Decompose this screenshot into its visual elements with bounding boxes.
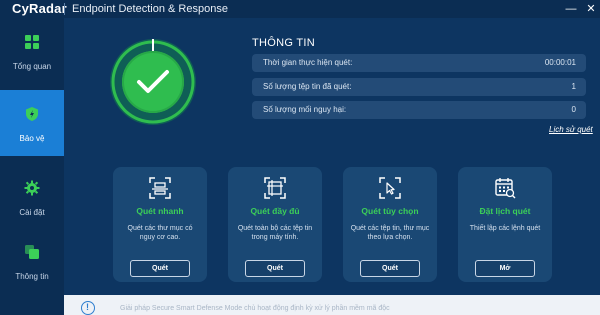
card-description: Quét toàn bộ các tệp tin trong máy tính.: [237, 225, 313, 241]
sidebar-item-label: Cài đặt: [19, 208, 45, 217]
sidebar-item-label: Bảo vệ: [19, 134, 45, 143]
card-schedule-scan: Đặt lịch quét Thiết lập các lệnh quét Mở: [458, 167, 552, 282]
sidebar-item-protection[interactable]: Bảo vệ: [0, 90, 64, 156]
schedule-icon: [495, 178, 516, 199]
sidebar: Tổng quan Bảo vệ Cài đặt Thông tin: [0, 18, 64, 315]
card-description: Quét các tệp tin, thư mục theo lựa chọn.: [350, 225, 430, 241]
notification-banner: ! Giải pháp Secure Smart Defense Mode ch…: [64, 295, 600, 315]
close-button[interactable]: ✕: [582, 0, 600, 18]
card-title: Quét tùy chọn: [361, 206, 419, 216]
minimize-button[interactable]: —: [562, 0, 580, 18]
info-key: Số lượng mối nguy hại:: [263, 105, 347, 114]
main-panel: THÔNG TIN Thời gian thực hiện quét: 00:0…: [64, 18, 600, 315]
info-value: 0: [571, 105, 576, 114]
scan-history-link[interactable]: Lịch sử quét: [549, 125, 593, 134]
info-row-threats: Số lượng mối nguy hại: 0: [252, 101, 586, 119]
info-title: THÔNG TIN: [252, 37, 315, 49]
sidebar-item-label: Tổng quan: [12, 62, 52, 71]
banner-text: Giải pháp Secure Smart Defense Mode chủ …: [120, 305, 390, 312]
info-row-files-scanned: Số lượng tệp tin đã quét: 1: [252, 78, 586, 96]
shield-icon: [26, 107, 38, 121]
info-value: 00:00:01: [544, 58, 576, 67]
full-scan-button[interactable]: Quét: [245, 260, 305, 277]
sidebar-item-label: Thông tin: [15, 272, 49, 281]
info-value: 1: [571, 82, 576, 91]
card-quick-scan: Quét nhanh Quét các thư mục có nguy cơ c…: [113, 167, 207, 282]
info-key: Số lượng tệp tin đã quét:: [263, 82, 352, 91]
custom-scan-icon: [379, 177, 401, 199]
title-divider: [64, 3, 65, 15]
sidebar-item-settings[interactable]: Cài đặt: [0, 164, 64, 230]
info-copy-icon: [25, 245, 39, 259]
gear-icon: [24, 180, 40, 196]
full-scan-icon: [264, 177, 286, 199]
info-row-scan-time: Thời gian thực hiện quét: 00:00:01: [252, 54, 586, 72]
status-indicator: [122, 51, 184, 113]
card-title: Quét đầy đủ: [250, 206, 300, 216]
custom-scan-button[interactable]: Quét: [360, 260, 420, 277]
quick-scan-icon: [149, 177, 171, 199]
info-icon: !: [81, 301, 95, 315]
app-logo: CyRadar: [12, 1, 67, 16]
card-title: Đặt lịch quét: [479, 206, 531, 216]
quick-scan-button[interactable]: Quét: [130, 260, 190, 277]
card-custom-scan: Quét tùy chọn Quét các tệp tin, thư mục …: [343, 167, 437, 282]
sidebar-item-overview[interactable]: Tổng quan: [0, 18, 64, 84]
sidebar-item-info[interactable]: Thông tin: [0, 228, 64, 294]
dashboard-icon: [25, 35, 39, 49]
card-description: Quét các thư mục có nguy cơ cao.: [127, 225, 193, 241]
card-description: Thiết lập các lệnh quét: [469, 225, 541, 232]
card-title: Quét nhanh: [136, 206, 184, 216]
title-bar: CyRadar Endpoint Detection & Response — …: [0, 0, 600, 18]
card-full-scan: Quét đầy đủ Quét toàn bộ các tệp tin tro…: [228, 167, 322, 282]
checkmark-icon: [137, 70, 169, 93]
info-key: Thời gian thực hiện quét:: [263, 58, 353, 67]
app-title: Endpoint Detection & Response: [72, 3, 228, 15]
open-schedule-button[interactable]: Mở: [475, 260, 535, 277]
